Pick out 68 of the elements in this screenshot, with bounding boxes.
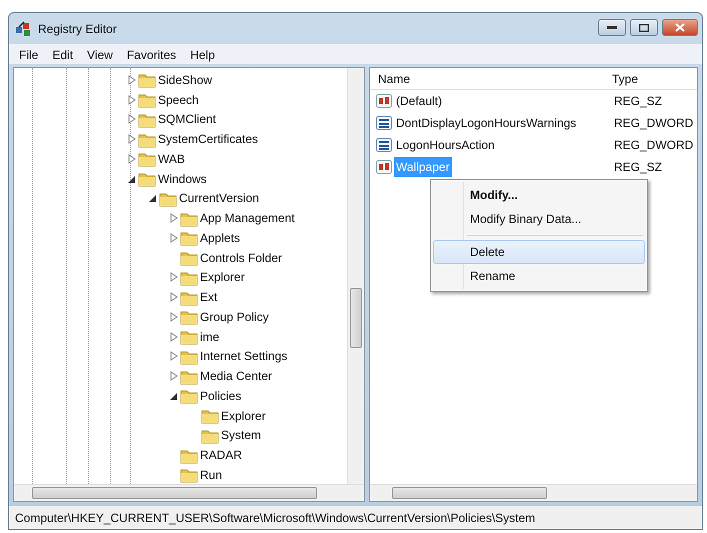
maximize-button[interactable]	[630, 19, 658, 36]
column-header[interactable]: Name	[370, 70, 606, 88]
string-value-icon	[376, 160, 392, 174]
tree-item[interactable]: Policies	[198, 386, 244, 405]
status-bar-path: Computer\HKEY_CURRENT_USER\Software\Microsoft\Windows\CurrentVersion\Policies\System	[15, 510, 536, 526]
collapsed-arrow-icon[interactable]	[168, 291, 180, 304]
collapsed-arrow-icon[interactable]	[168, 271, 180, 284]
tree-item[interactable]: SideShow	[156, 70, 214, 89]
binary-value-icon	[376, 138, 392, 152]
tree-item[interactable]: SystemCertificates	[156, 130, 260, 148]
vertical-scrollbar[interactable]	[347, 68, 364, 484]
tree-item[interactable]: SQMClient	[156, 110, 218, 128]
tree-item[interactable]: Explorer	[219, 406, 268, 425]
menu-item[interactable]: Edit	[46, 44, 80, 64]
tree-item[interactable]: Controls Folder	[198, 248, 284, 267]
menu-item[interactable]: Help	[184, 44, 221, 64]
value-type: REG_DWORD	[613, 137, 694, 154]
menu-item[interactable]: Modify...	[433, 183, 645, 207]
collapsed-arrow-icon[interactable]	[168, 350, 180, 362]
collapsed-arrow-icon[interactable]	[168, 330, 180, 343]
window-title: Registry Editor	[38, 20, 117, 38]
value-type: REG_SZ	[613, 159, 662, 176]
value-type: REG_SZ	[613, 93, 662, 110]
collapsed-arrow-icon[interactable]	[126, 113, 138, 126]
collapsed-arrow-icon[interactable]	[126, 94, 138, 106]
horizontal-scrollbar[interactable]	[14, 484, 364, 501]
tree-item[interactable]: Ext	[198, 288, 220, 306]
tree-item[interactable]: ime	[198, 328, 222, 346]
tree-item[interactable]: Group Policy	[198, 308, 271, 326]
menu-item[interactable]: Rename	[433, 264, 645, 288]
tree-item[interactable]: Internet Settings	[198, 347, 290, 366]
tree-item[interactable]: WAB	[156, 150, 187, 168]
tree-item[interactable]: Speech	[156, 90, 201, 109]
value-name[interactable]: DontDisplayLogonHoursWarnings	[394, 113, 578, 133]
value-name[interactable]: LogonHoursAction	[394, 135, 497, 155]
menu-item[interactable]: Modify Binary Data...	[433, 207, 645, 231]
tree-item[interactable]: Windows	[156, 170, 209, 188]
column-header[interactable]: Type	[606, 70, 638, 88]
value-type: REG_DWORD	[613, 115, 694, 132]
tree-item[interactable]: Run	[198, 466, 224, 484]
collapsed-arrow-icon[interactable]	[126, 133, 138, 146]
tree-item[interactable]: CurrentVersion	[177, 189, 262, 208]
menu-item[interactable]: Favorites	[120, 44, 182, 64]
menu-item[interactable]: Delete	[433, 240, 645, 264]
string-value-icon	[376, 94, 392, 108]
close-button[interactable]	[662, 19, 698, 36]
collapsed-arrow-icon[interactable]	[126, 152, 138, 165]
minimize-icon	[607, 26, 617, 30]
tree-item[interactable]: Applets	[198, 228, 242, 247]
maximize-icon	[639, 24, 649, 32]
menu-item[interactable]: File	[13, 44, 44, 64]
tree-item[interactable]: Explorer	[198, 268, 247, 286]
collapsed-arrow-icon[interactable]	[168, 370, 180, 382]
collapsed-arrow-icon[interactable]	[126, 74, 138, 86]
horizontal-scrollbar[interactable]	[370, 484, 697, 501]
tree-item[interactable]: Media Center	[198, 367, 274, 386]
collapsed-arrow-icon[interactable]	[168, 310, 180, 323]
tree-item[interactable]: System	[219, 426, 264, 444]
collapsed-arrow-icon[interactable]	[168, 212, 180, 224]
tree-item[interactable]: RADAR	[198, 446, 244, 464]
close-icon	[675, 23, 685, 32]
binary-value-icon	[376, 116, 392, 130]
collapsed-arrow-icon[interactable]	[168, 232, 180, 244]
value-name[interactable]: (Default)	[394, 91, 444, 111]
registry-cubes-icon	[15, 20, 33, 36]
menu-item[interactable]: View	[81, 44, 119, 64]
tree-item[interactable]: App Management	[198, 209, 297, 228]
minimize-button[interactable]	[598, 19, 626, 36]
